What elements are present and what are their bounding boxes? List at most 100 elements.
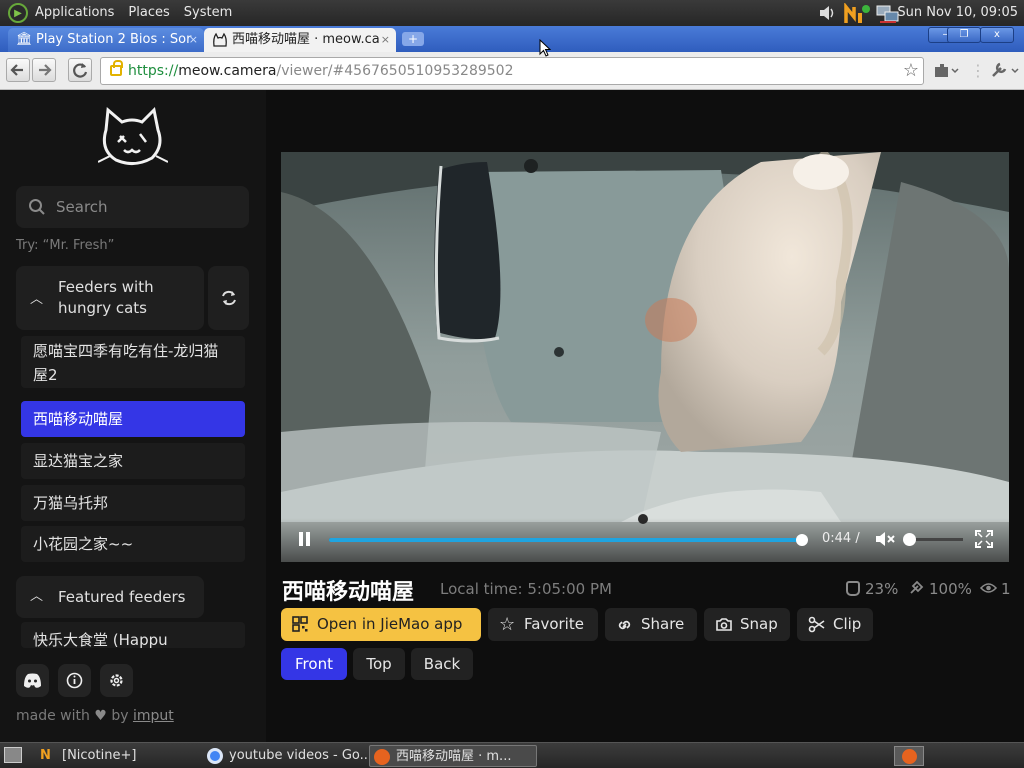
feeder-item-selected[interactable]: 西喵移动喵屋 xyxy=(21,401,245,437)
url-host: meow.camera xyxy=(178,63,277,79)
chevron-up-icon: ︿ xyxy=(30,589,44,604)
share-button[interactable]: Share xyxy=(605,608,697,641)
bookmark-star-icon[interactable]: ☆ xyxy=(903,58,919,84)
maximize-button[interactable]: ❐ xyxy=(947,27,981,43)
progress-bar[interactable] xyxy=(329,534,809,546)
camera-front-button[interactable]: Front xyxy=(281,648,347,680)
clip-label: Clip xyxy=(833,615,862,633)
camera-top-button[interactable]: Top xyxy=(353,648,405,680)
refresh-icon xyxy=(221,290,236,306)
open-in-app-button[interactable]: Open in JieMao app xyxy=(281,608,481,641)
system-menu[interactable]: System xyxy=(177,0,239,26)
footer-by: by xyxy=(111,708,129,724)
group-label-line: Feeders with xyxy=(58,278,154,296)
star-icon: ☆ xyxy=(499,614,516,635)
feeder-item[interactable]: 显达猫宝之家 xyxy=(21,443,245,479)
group-label-line: hungry cats xyxy=(58,299,147,317)
tab-ps2-bios[interactable]: 🏛 Play Station 2 Bios : Sor × xyxy=(8,28,204,52)
forward-button[interactable] xyxy=(32,58,56,82)
settings-button[interactable] xyxy=(100,664,133,697)
task-label: 西喵移动喵屋 · m... xyxy=(396,749,512,764)
food-level-value: 100% xyxy=(929,580,972,598)
nicotine-tray-icon[interactable] xyxy=(844,3,872,25)
feeder-item[interactable]: 快乐大食堂 (Happu xyxy=(21,622,245,648)
bowl-icon xyxy=(846,581,860,596)
feeder-item[interactable]: 小花园之家~~ xyxy=(21,526,245,562)
feeder-title: 西喵移动喵屋 xyxy=(282,580,415,605)
clock[interactable]: Sun Nov 10, 09:05 xyxy=(897,0,1018,26)
video-controls: 0:44 / xyxy=(281,518,1009,562)
wrench-icon[interactable] xyxy=(990,61,1020,79)
fullscreen-icon[interactable] xyxy=(975,530,993,548)
scissors-icon xyxy=(808,616,825,633)
viewer-count-value: 1 xyxy=(1001,580,1011,598)
reload-icon xyxy=(73,63,88,78)
progress-thumb[interactable] xyxy=(796,534,809,546)
search-box xyxy=(16,186,249,228)
favorite-label: Favorite xyxy=(524,615,584,633)
new-tab-button[interactable]: + xyxy=(402,32,424,46)
extensions-icon[interactable] xyxy=(932,61,960,79)
video-player[interactable]: 0:44 / xyxy=(281,152,1009,562)
volume-icon[interactable] xyxy=(818,3,836,23)
tab-title: 西喵移动喵屋 · meow.ca xyxy=(232,32,380,47)
chrome-icon xyxy=(207,748,223,764)
feeder-item[interactable]: 愿喵宝四季有吃有住-龙归猫 屋2 xyxy=(21,336,245,388)
footer-credit: made with ♥ by imput xyxy=(16,708,174,724)
task-nicotine[interactable]: N [Nicotine+] xyxy=(36,745,196,767)
workspace-switcher[interactable] xyxy=(894,746,924,766)
task-meow-camera[interactable]: 西喵移动喵屋 · m... xyxy=(369,745,537,767)
toolbar-separator: ⋮ xyxy=(970,61,986,80)
group-header-featured-feeders[interactable]: ︿ Featured feeders xyxy=(16,576,204,618)
food-level: 100% xyxy=(908,580,972,598)
applications-menu[interactable]: Applications xyxy=(28,0,121,26)
footer-made-with: made with xyxy=(16,708,90,724)
cat-icon xyxy=(213,32,227,47)
close-window-button[interactable]: x xyxy=(980,27,1014,43)
close-icon[interactable]: × xyxy=(381,28,390,52)
menu-logo-icon[interactable]: ▶ xyxy=(8,3,28,23)
task-youtube-videos[interactable]: youtube videos - Go... xyxy=(203,745,367,767)
imput-link[interactable]: imput xyxy=(133,708,174,724)
link-icon xyxy=(618,620,631,630)
search-input[interactable] xyxy=(56,186,242,228)
task-label: youtube videos - Go... xyxy=(229,748,367,763)
camera-back-button[interactable]: Back xyxy=(411,648,473,680)
reload-button[interactable] xyxy=(68,58,92,82)
mouse-cursor xyxy=(539,39,551,57)
time-label: 0:44 / xyxy=(822,531,860,546)
places-menu[interactable]: Places xyxy=(121,0,176,26)
eye-icon xyxy=(979,583,998,593)
bowl-level: 23% xyxy=(846,580,898,598)
group-header-hungry-feeders[interactable]: ︿ Feeders with hungry cats xyxy=(16,266,204,330)
pause-icon[interactable] xyxy=(299,532,311,546)
feeder-item-label-line: 愿喵宝四季有吃有住-龙归猫 xyxy=(33,342,219,360)
share-label: Share xyxy=(641,615,685,633)
show-desktop-icon[interactable] xyxy=(4,747,22,763)
task-label: [Nicotine+] xyxy=(62,748,137,763)
volume-thumb[interactable] xyxy=(903,533,916,546)
nicotine-icon: N xyxy=(40,748,51,763)
back-button[interactable] xyxy=(6,58,30,82)
discord-button[interactable] xyxy=(16,664,49,697)
refresh-button[interactable] xyxy=(208,266,249,330)
qr-code-icon xyxy=(292,616,308,632)
tab-meow-camera[interactable]: 西喵移动喵屋 · meow.ca × xyxy=(204,28,396,52)
feeder-item[interactable]: 万猫乌托邦 xyxy=(21,485,245,521)
top-panel: ▶ Applications Places System Sun Nov 10,… xyxy=(0,0,1024,26)
close-icon[interactable]: × xyxy=(189,28,198,52)
favorite-button[interactable]: ☆ Favorite xyxy=(488,608,598,641)
sidebar: Try: “Mr. Fresh” ︿ Feeders with hungry c… xyxy=(0,90,266,742)
group-label: Featured feeders xyxy=(58,588,186,606)
address-bar[interactable]: https://meow.camera/viewer/#456765051095… xyxy=(100,57,924,85)
muted-volume-icon[interactable] xyxy=(875,530,895,548)
snap-button[interactable]: Snap xyxy=(704,608,790,641)
meow-camera-logo[interactable] xyxy=(98,106,168,168)
open-in-app-label: Open in JieMao app xyxy=(317,615,463,633)
bowl-level-value: 23% xyxy=(865,580,899,598)
tab-strip: 🏛 Play Station 2 Bios : Sor × 西喵移动喵屋 · m… xyxy=(0,26,1024,52)
clip-button[interactable]: Clip xyxy=(797,608,873,641)
discord-icon xyxy=(24,673,41,688)
volume-slider[interactable] xyxy=(903,533,963,546)
info-button[interactable] xyxy=(58,664,91,697)
